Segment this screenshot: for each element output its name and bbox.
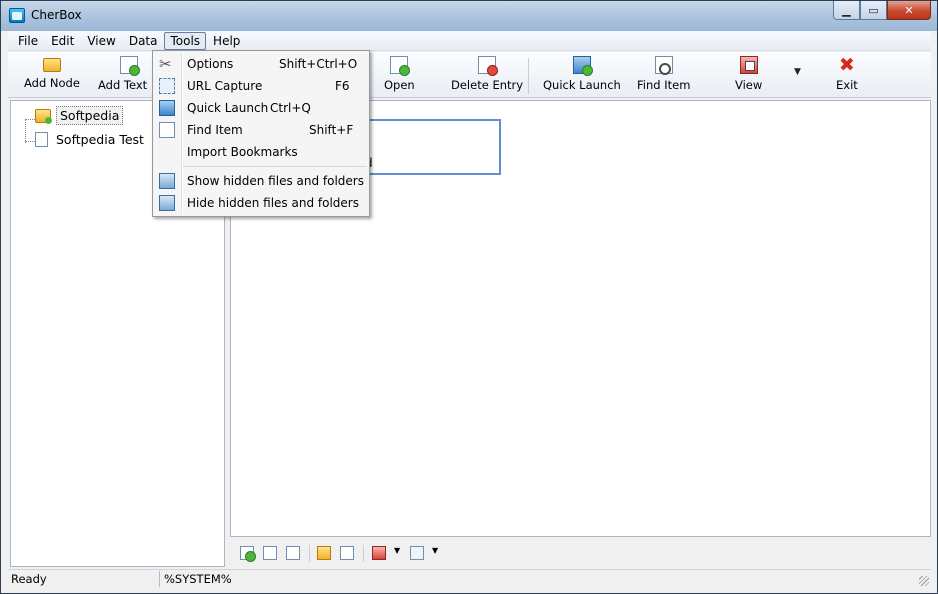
menu-item-label: Options xyxy=(187,57,234,71)
add-node-button[interactable]: Add Node xyxy=(24,56,80,96)
tree-node-softpedia-test[interactable]: Softpedia Test xyxy=(35,131,147,148)
exit-label: Exit xyxy=(836,78,858,92)
menu-item-label: Find Item xyxy=(187,123,243,137)
find-item-button[interactable]: Find Item xyxy=(637,56,690,96)
menu-item-shortcut: Ctrl+Q xyxy=(270,101,311,115)
menu-item-label: URL Capture xyxy=(187,79,263,93)
menu-item-options[interactable]: ✂ Options Shift+Ctrl+O xyxy=(155,53,367,75)
maximize-button[interactable]: ▭ xyxy=(860,1,887,20)
menu-item-shortcut: F6 xyxy=(335,79,350,93)
find-item-icon[interactable] xyxy=(340,546,354,560)
find-item-icon xyxy=(654,56,673,75)
delete-entry-button[interactable]: Delete Entry xyxy=(451,56,523,96)
menu-item-label: Quick Launch xyxy=(187,101,269,115)
menu-separator xyxy=(183,166,367,167)
menu-item-url-capture[interactable]: URL Capture F6 xyxy=(155,75,367,97)
quick-launch-icon xyxy=(572,56,593,76)
quick-launch-icon xyxy=(159,100,175,116)
window-title: CherBox xyxy=(31,8,82,22)
main-toolbar: Add Node Add Text N Open Delete Entry Qu… xyxy=(8,52,931,98)
close-button[interactable]: ✕ xyxy=(887,1,931,20)
toolbar-separator xyxy=(528,58,529,94)
menu-item-shortcut: Shift+Ctrl+O xyxy=(279,57,358,71)
menu-view[interactable]: View xyxy=(81,32,121,50)
status-bar: Ready %SYSTEM% xyxy=(8,569,931,588)
menu-item-hide-hidden[interactable]: Hide hidden files and folders xyxy=(155,192,367,214)
app-window: CherBox ▁ ▭ ✕ File Edit View Data Tools … xyxy=(0,0,938,594)
view-dropdown-arrow[interactable]: ▼ xyxy=(394,546,400,555)
view-dropdown-arrow[interactable]: ▼ xyxy=(794,67,801,77)
cherbox-app-icon xyxy=(9,8,25,23)
delete-document-icon xyxy=(478,56,499,76)
menu-item-label: Import Bookmarks xyxy=(187,145,298,159)
menu-item-import-bookmarks[interactable]: Import Bookmarks xyxy=(155,141,367,163)
hide-hidden-icon xyxy=(159,195,175,211)
delete-entry-label: Delete Entry xyxy=(451,78,524,92)
exit-icon: ✖ xyxy=(838,54,855,76)
find-item-icon xyxy=(159,122,175,138)
add-entry-icon[interactable] xyxy=(240,546,256,562)
status-path: %SYSTEM% xyxy=(164,572,232,586)
properties-dropdown-arrow[interactable]: ▼ xyxy=(432,546,438,555)
status-text: Ready xyxy=(11,572,47,586)
menu-data[interactable]: Data xyxy=(123,32,164,50)
open-folder-icon[interactable] xyxy=(317,546,331,560)
view-icon[interactable] xyxy=(372,546,386,560)
menu-item-find-item[interactable]: Find Item Shift+F xyxy=(155,119,367,141)
quick-launch-button[interactable]: Quick Launch xyxy=(543,56,621,96)
resize-grip[interactable] xyxy=(919,576,929,586)
quick-launch-label: Quick Launch xyxy=(543,78,621,92)
view-icon xyxy=(739,56,758,74)
menu-item-show-hidden[interactable]: Show hidden files and folders xyxy=(155,170,367,192)
find-item-label: Find Item xyxy=(637,78,691,92)
open-label: Open xyxy=(384,78,415,92)
tools-icon: ✂ xyxy=(159,55,172,73)
tree-connector xyxy=(25,141,35,142)
add-node-label: Add Node xyxy=(24,76,80,90)
tree-connector xyxy=(25,119,35,120)
status-separator xyxy=(159,571,160,587)
folder-icon xyxy=(35,108,52,124)
menu-item-label: Show hidden files and folders xyxy=(187,174,364,188)
tree-connector xyxy=(25,119,26,143)
open-icon xyxy=(390,56,411,76)
minimize-button[interactable]: ▁ xyxy=(833,1,860,20)
view-label: View xyxy=(735,78,763,92)
tree-node-label: Softpedia Test xyxy=(56,132,144,147)
tree-node-label: Softpedia xyxy=(56,106,124,125)
menu-item-label: Hide hidden files and folders xyxy=(187,196,359,210)
new-document-icon[interactable] xyxy=(263,546,277,560)
tree-node-softpedia[interactable]: Softpedia xyxy=(35,106,124,125)
properties-icon[interactable] xyxy=(410,546,424,560)
toolbar-separator xyxy=(363,545,364,562)
show-hidden-icon xyxy=(159,173,175,189)
menu-file[interactable]: File xyxy=(12,32,44,50)
menu-tools[interactable]: Tools xyxy=(164,31,207,50)
delete-document-icon[interactable] xyxy=(286,546,300,560)
add-text-node-button[interactable]: Add Text N xyxy=(98,56,159,96)
open-button[interactable]: Open xyxy=(384,56,415,96)
capture-icon xyxy=(159,78,175,94)
view-button[interactable]: View xyxy=(735,56,762,96)
menu-help[interactable]: Help xyxy=(207,32,246,50)
folder-add-icon xyxy=(42,58,61,72)
toolbar-separator xyxy=(309,545,310,562)
menu-item-quick-launch[interactable]: Quick Launch Ctrl+Q xyxy=(155,97,367,119)
exit-button[interactable]: ✖ Exit xyxy=(836,56,858,96)
menu-bar: File Edit View Data Tools Help xyxy=(8,31,931,51)
menu-edit[interactable]: Edit xyxy=(45,32,80,50)
document-icon xyxy=(35,132,48,147)
document-add-icon xyxy=(119,56,140,76)
window-controls: ▁ ▭ ✕ xyxy=(833,1,931,21)
tools-menu-dropdown: ✂ Options Shift+Ctrl+O URL Capture F6 Qu… xyxy=(152,50,370,217)
content-toolbar: ▼ ▼ xyxy=(230,538,931,567)
menu-item-shortcut: Shift+F xyxy=(309,123,354,137)
add-text-node-label: Add Text N xyxy=(98,78,160,92)
title-bar[interactable]: CherBox ▁ ▭ ✕ xyxy=(1,1,937,31)
